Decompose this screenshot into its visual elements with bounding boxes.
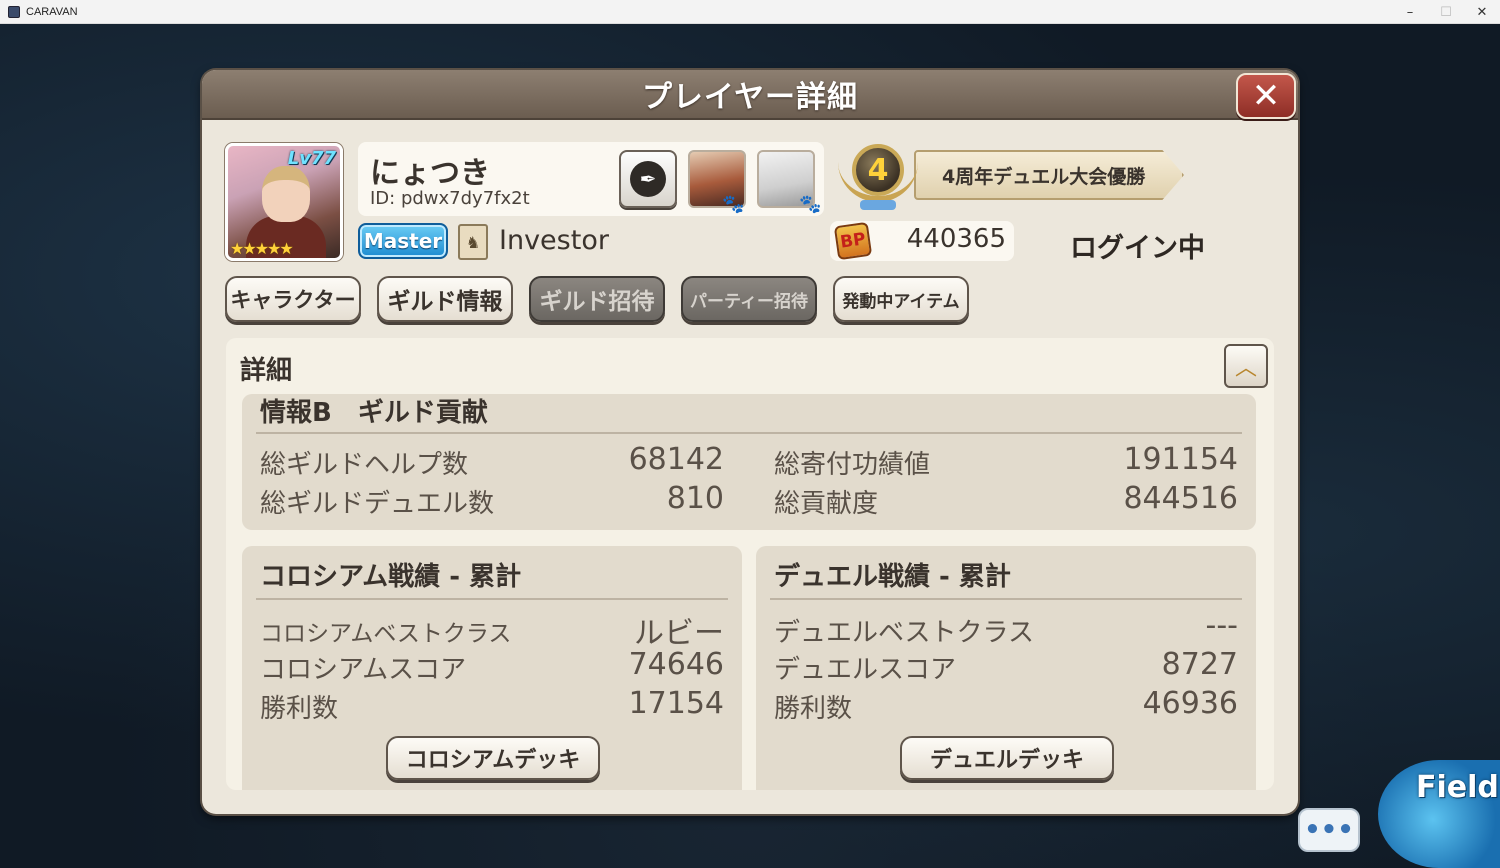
level-badge: Lv77 [287, 148, 336, 169]
dialog-title: プレイヤー詳細 [641, 80, 859, 115]
divider [256, 432, 1242, 434]
colosseum-best-class-value: ルビー [634, 616, 724, 651]
duel-best-class-value: --- [1205, 608, 1238, 643]
guild-role-icon: ♞ [458, 224, 488, 260]
avatar-face [262, 166, 310, 222]
bp-value: 440365 [906, 224, 1006, 254]
medal-ribbon [860, 200, 896, 210]
party-invite-button[interactable]: パーティー招待 [681, 276, 817, 322]
player-avatar[interactable]: Lv77 ★★★★★ [225, 143, 343, 261]
window-title: CARAVAN [26, 5, 78, 18]
edit-comment-button[interactable]: ✒ [619, 150, 677, 208]
window-titlebar: CARAVAN – ☐ ✕ [0, 0, 1500, 24]
colosseum-score-label: コロシアムスコア [260, 655, 467, 685]
player-id: ID: pdwx7dy7fx2t [370, 188, 530, 209]
chat-icon: ••• [1304, 815, 1354, 845]
stat-label: 総貢献度 [774, 489, 879, 519]
dialog-close-button[interactable]: ✕ [1236, 73, 1296, 119]
paw-icon: 🐾 [722, 194, 745, 215]
name-panel: にょつき ID: pdwx7dy7fx2t [358, 142, 824, 216]
guild-contribution-card: 情報B ギルド貢献 総ギルドヘルプ数 68142 総ギルドデュエル数 810 総… [242, 394, 1256, 530]
stat-value: 810 [666, 481, 724, 516]
duel-title: デュエル戦績 - 累計 [774, 562, 1011, 592]
guild-section-title: 情報B ギルド貢献 [260, 398, 488, 428]
duel-record-card: デュエル戦績 - 累計 デュエルベストクラス --- デュエルスコア 8727 … [756, 546, 1256, 790]
duel-deck-button[interactable]: デュエルデッキ [900, 736, 1114, 780]
character-button[interactable]: キャラクター [225, 276, 361, 322]
duel-wins-value: 46936 [1142, 686, 1238, 721]
colosseum-wins-value: 17154 [628, 686, 724, 721]
player-detail-dialog: プレイヤー詳細 ✕ Lv77 ★★★★★ にょつき ID: pdwx7dy7fx… [202, 70, 1298, 814]
stat-value: 191154 [1123, 442, 1238, 477]
player-name: にょつき [370, 156, 490, 191]
guild-info-button[interactable]: ギルド情報 [377, 276, 513, 322]
class-badge: Master [358, 223, 448, 259]
field-label[interactable]: Field [1416, 770, 1499, 805]
stat-label: 総ギルドデュエル数 [260, 489, 495, 519]
chevron-up-icon: ︿ [1234, 356, 1257, 381]
colosseum-wins-label: 勝利数 [260, 694, 339, 724]
anniversary-medal-icon: 4 [838, 142, 918, 216]
collapse-button[interactable]: ︿ [1224, 344, 1268, 388]
stat-label: 総寄付功績値 [774, 450, 931, 480]
maximize-button[interactable]: ☐ [1428, 0, 1464, 24]
guild-role: Investor [499, 225, 609, 256]
stat-value: 844516 [1123, 481, 1238, 516]
title-text: 4周年デュエル大会優勝 [942, 165, 1146, 188]
duel-best-class-label: デュエルベストクラス [774, 618, 1035, 648]
medal-number: 4 [852, 144, 904, 196]
login-status: ログイン中 [1070, 233, 1205, 264]
paw-icon: 🐾 [799, 194, 822, 215]
stat-value: 68142 [628, 442, 724, 477]
bp-icon: BP [833, 221, 873, 261]
details-heading: 詳細 [240, 356, 293, 386]
guild-invite-button[interactable]: ギルド招待 [529, 276, 665, 322]
dialog-header: プレイヤー詳細 [202, 70, 1298, 120]
stat-label: 総ギルドヘルプ数 [260, 450, 469, 480]
active-items-button[interactable]: 発動中アイテム [833, 276, 969, 322]
rarity-stars: ★★★★★ [230, 239, 294, 258]
colosseum-title: コロシアム戦績 - 累計 [260, 562, 522, 592]
duel-score-label: デュエルスコア [774, 655, 957, 685]
title-banner: 4周年デュエル大会優勝 [914, 150, 1184, 200]
app-icon [8, 5, 20, 18]
colosseum-record-card: コロシアム戦績 - 累計 コロシアムベストクラス ルビー コロシアムスコア 74… [242, 546, 742, 790]
duel-score-value: 8727 [1161, 647, 1238, 682]
colosseum-score-value: 74646 [628, 647, 724, 682]
duel-wins-label: 勝利数 [774, 694, 853, 724]
chat-button[interactable]: ••• [1298, 808, 1360, 852]
window-controls: – ☐ ✕ [1392, 0, 1500, 24]
bp-panel: BP 440365 [830, 221, 1014, 261]
colosseum-best-class-label: コロシアムベストクラス [260, 621, 512, 647]
colosseum-deck-button[interactable]: コロシアムデッキ [386, 736, 600, 780]
minimize-button[interactable]: – [1392, 0, 1428, 24]
details-panel[interactable]: 詳細 ︿ 情報B ギルド貢献 総ギルドヘルプ数 68142 総ギルドデュエル数 … [226, 338, 1274, 790]
window-close-button[interactable]: ✕ [1464, 0, 1500, 24]
pen-icon: ✒ [630, 161, 666, 197]
divider [256, 598, 728, 600]
divider [770, 598, 1242, 600]
